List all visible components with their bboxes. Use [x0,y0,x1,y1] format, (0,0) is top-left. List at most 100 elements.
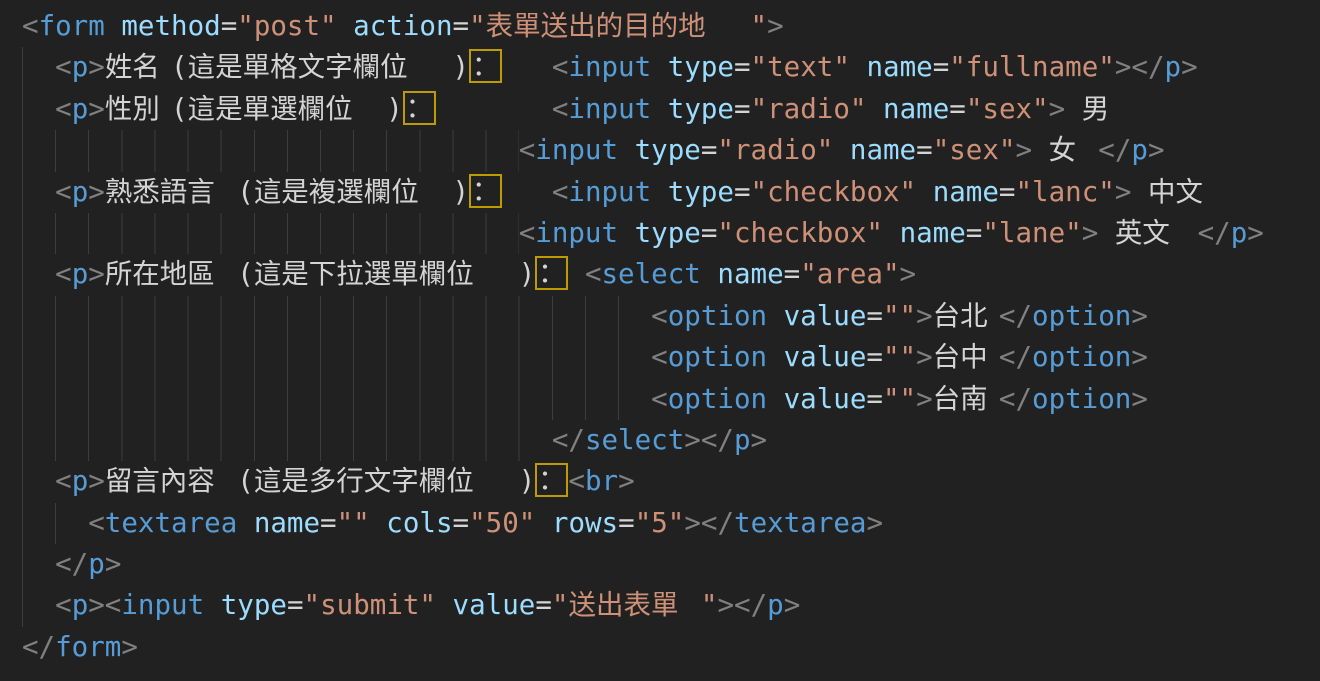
token-attr: method [121,10,220,42]
token-str: "" [883,383,916,415]
code-line: </select></p> [22,420,1320,461]
token-brk: > [121,631,138,663]
token-tag: select [602,258,701,290]
code-line: </form> [22,627,1320,668]
token-brk: > [916,383,933,415]
token-txt [1065,93,1082,125]
token-brk: > [1148,134,1165,166]
token-pln [651,51,668,83]
token-brk: > [916,341,933,373]
token-tag: textarea [734,507,866,539]
token-txt: ( [237,176,254,208]
token-attr: name [866,51,932,83]
token-attr: type [635,134,701,166]
token-str: "checkbox" [751,176,917,208]
token-brk: ></ [1115,51,1165,83]
token-brk: > [1082,217,1099,249]
token-brk: < [568,465,585,497]
indent-whitespace [22,172,55,213]
token-str: "radio" [751,93,867,125]
token-pln [866,93,883,125]
token-brk: > [618,465,635,497]
token-tag: input [568,176,651,208]
code-line: <p>熟悉語言(這是複選欄位)： <input type="checkbox" … [22,172,1320,213]
token-brk: > [1247,217,1264,249]
token-tag: p [88,548,105,580]
indent-whitespace [22,420,552,461]
token-brk: < [585,258,602,290]
token-txtcjk: 台中 [933,337,999,378]
token-tag: p [1165,51,1182,83]
indent-whitespace [22,254,55,295]
token-tag: input [535,217,618,249]
token-txtcjk: 英文 [1115,213,1181,254]
indent-whitespace [22,89,55,130]
token-pln: = [734,93,751,125]
code-line: <p>留言內容(這是多行文字欄位)：<br> [22,461,1320,502]
token-brk: > [784,589,801,621]
token-str: "" [337,507,370,539]
token-brk: </ [55,548,88,580]
token-pln: = [453,10,470,42]
token-pln: = [701,134,718,166]
token-txtcjk: 這是單格文字欄位 [188,47,453,88]
token-txtcjk: 性別 [105,89,171,130]
token-brk: < [55,258,72,290]
code-line: <p>所在地區(這是下拉選單欄位)： <select name="area"> [22,254,1320,295]
token-attr: name [254,507,320,539]
token-str: "" [883,300,916,332]
token-tag: option [668,383,767,415]
token-str: "lanc" [1015,176,1114,208]
token-tag: select [585,424,684,456]
token-str: "checkbox" [717,217,883,249]
token-brk: ></ [684,424,734,456]
token-str: " [751,10,768,42]
token-tag: option [668,300,767,332]
token-tag: option [1032,300,1131,332]
token-pln: = [966,217,983,249]
token-pln [651,93,668,125]
unicode-highlight-box: ： [469,49,502,83]
token-tag: p [72,51,89,83]
token-strcjk: 送出表單 [568,585,700,626]
token-pln: = [701,217,718,249]
token-txt: ) [519,258,536,290]
token-txtcjk: 中文 [1148,172,1214,213]
spacing [568,258,585,290]
token-txt: ( [237,258,254,290]
token-brk: > [1049,93,1066,125]
token-txt [1032,134,1049,166]
token-tag: option [1032,341,1131,373]
code-editor[interactable]: <form method="post" action="表單送出的目的地"> <… [0,0,1320,681]
token-pln [767,300,784,332]
token-txtcjk: 熟悉語言 [105,172,237,213]
code-line: <option value="">台南</option> [22,379,1320,420]
token-txt: ) [452,176,469,208]
token-pln: = [866,341,883,373]
token-brk: > [751,424,768,456]
token-attr: name [900,217,966,249]
token-brk: < [651,383,668,415]
token-txt: ( [237,465,254,497]
token-attr: cols [386,507,452,539]
token-str: " [701,589,718,621]
token-txt: ( [171,93,188,125]
token-brk: ></ [717,589,767,621]
token-pln: = [221,10,238,42]
token-txt [1131,176,1148,208]
token-txtcjk: 台北 [933,296,999,337]
token-brk: < [552,51,569,83]
token-brk: < [651,300,668,332]
token-brk: < [552,93,569,125]
code-line: </p> [22,544,1320,585]
token-pln [436,589,453,621]
token-brk: < [519,217,536,249]
token-attr: action [353,10,452,42]
token-pln [767,341,784,373]
token-attr: name [717,258,783,290]
token-brk: < [552,176,569,208]
unicode-highlight-box: ： [535,463,568,497]
token-brk: < [55,465,72,497]
token-pln: = [933,51,950,83]
code-line: <form method="post" action="表單送出的目的地"> [22,6,1320,47]
